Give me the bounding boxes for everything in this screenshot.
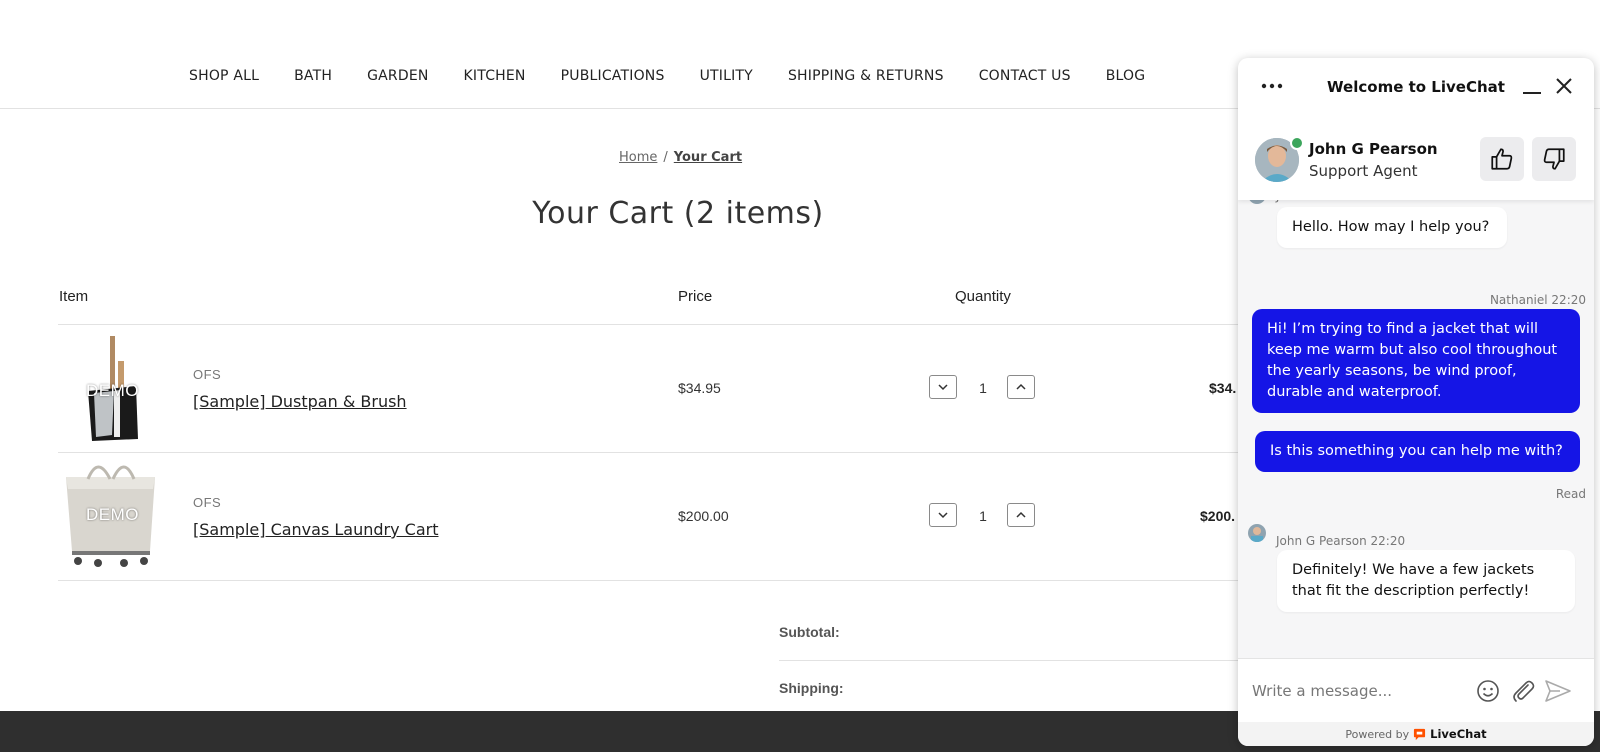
demo-watermark: DEMO [86,381,139,400]
chevron-down-icon [938,512,948,519]
message-bubble-agent: Definitely! We have a few jackets that f… [1277,550,1575,612]
message-meta: Nathaniel 22:20 [1489,293,1586,307]
powered-by-label: Powered by [1345,727,1410,741]
agent-role: Support Agent [1309,162,1418,180]
column-header-price: Price [678,288,713,305]
breadcrumb-current-link[interactable]: Your Cart [674,150,742,165]
product-image-dustpan[interactable]: DEMO [58,331,163,443]
product-price: $34.95 [678,380,721,396]
product-image-laundry-cart[interactable]: DEMO [58,459,163,571]
nav-item-publications[interactable]: PUBLICATIONS [561,68,665,84]
message-read-status: Read [1555,487,1586,501]
nav-item-kitchen[interactable]: KITCHEN [464,68,526,84]
page-title: Your Cart (2 items) [532,196,824,231]
product-total: $34. [1209,380,1237,396]
column-header-item: Item [59,288,89,305]
livechat-widget: John G Pearson 22:20 Hello. How may I he… [1238,58,1594,746]
shipping-label: Shipping: [779,680,844,696]
message-bubble-visitor: Hi! I’m trying to find a jacket that wil… [1252,309,1580,413]
summary-divider [779,660,1238,661]
product-name-link[interactable]: [Sample] Canvas Laundry Cart [193,520,439,539]
nav-item-garden[interactable]: GARDEN [367,68,428,84]
livechat-brand: LiveChat [1430,727,1487,741]
online-status-indicator [1290,136,1304,150]
attachment-icon[interactable] [1510,679,1536,707]
subtotal-label: Subtotal: [779,624,840,640]
rate-good-button[interactable] [1480,137,1524,181]
table-divider [58,580,1238,581]
nav-item-shipping-returns[interactable]: SHIPPING & RETURNS [788,68,944,84]
rate-bad-button[interactable] [1532,137,1576,181]
close-icon[interactable] [1554,76,1574,100]
message-bubble-visitor: Is this something you can help me with? [1255,431,1580,472]
nav-item-contact-us[interactable]: CONTACT US [979,68,1071,84]
thumbs-up-icon [1491,148,1513,170]
livechat-logo-icon [1414,728,1426,740]
product-total: $200. [1200,508,1236,524]
message-bubble-agent: Hello. How may I help you? [1277,207,1507,248]
nav-item-bath[interactable]: BATH [294,68,332,84]
product-brand: OFS [193,367,222,382]
chevron-up-icon [1016,383,1026,390]
breadcrumb-home-link[interactable]: Home [619,150,657,165]
quantity-decrease-button[interactable] [929,503,957,527]
powered-by-footer[interactable]: Powered by LiveChat [1238,722,1594,746]
message-meta: John G Pearson 22:20 [1276,534,1406,548]
chevron-up-icon [1016,511,1026,518]
minimize-icon[interactable] [1522,78,1542,102]
send-icon[interactable] [1544,679,1572,707]
quantity-value: 1 [979,508,987,524]
product-brand: OFS [193,495,222,510]
column-header-quantity: Quantity [955,288,1011,305]
chat-header: Welcome to LiveChat John G Pearson Suppo… [1238,58,1594,200]
nav-item-utility[interactable]: UTILITY [700,68,753,84]
message-input[interactable] [1250,677,1464,705]
product-name-link[interactable]: [Sample] Dustpan & Brush [193,392,407,411]
table-divider [58,324,1238,325]
breadcrumb: Home / Your Cart [619,150,742,165]
agent-mini-avatar [1248,524,1266,542]
thumbs-down-icon [1543,148,1565,170]
demo-watermark: DEMO [86,505,139,524]
quantity-increase-button[interactable] [1007,503,1035,527]
quantity-increase-button[interactable] [1007,375,1035,399]
quantity-value: 1 [979,380,987,396]
breadcrumb-separator: / [663,150,668,165]
chevron-down-icon [938,384,948,391]
product-price: $200.00 [678,508,729,524]
nav-item-blog[interactable]: BLOG [1106,68,1146,84]
message-composer [1238,658,1594,723]
agent-name: John G Pearson [1309,140,1438,158]
nav-menu: SHOP ALL BATH GARDEN KITCHEN PUBLICATION… [189,68,1180,84]
quantity-decrease-button[interactable] [929,375,957,399]
emoji-icon[interactable] [1476,679,1500,707]
table-divider [58,452,1238,453]
nav-item-shop-all[interactable]: SHOP ALL [189,68,259,84]
